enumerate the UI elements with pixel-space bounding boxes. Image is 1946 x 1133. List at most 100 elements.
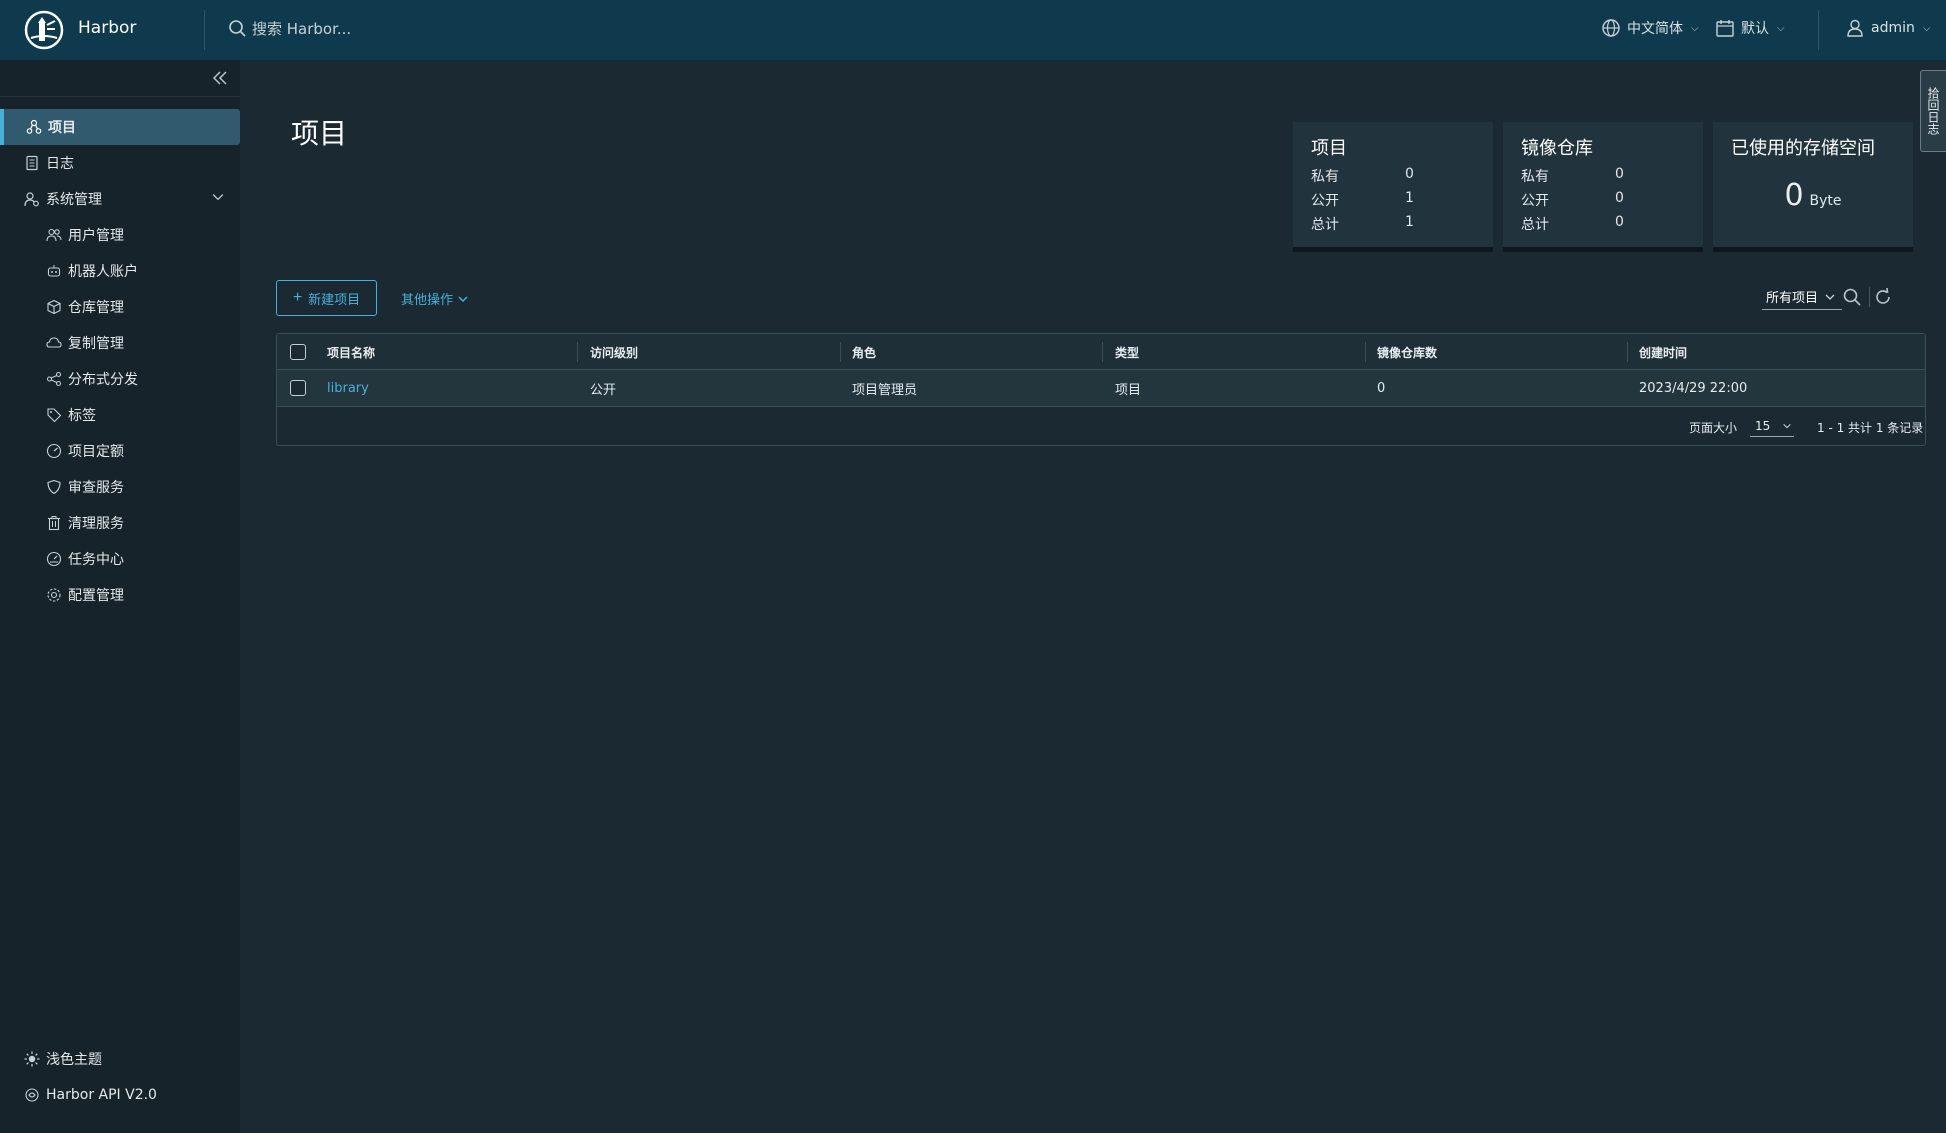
project-filter-select[interactable]: 所有项目 [1762, 284, 1842, 310]
header-divider [1818, 10, 1819, 50]
sidebar-divider [0, 96, 240, 97]
sidebar-item-clean-up[interactable]: 清理服务 [0, 505, 240, 541]
language-selector[interactable]: 中文简体 ⌵ [1601, 18, 1699, 38]
projects-icon [26, 119, 42, 134]
search-input[interactable]: 搜索 Harbor... [252, 18, 351, 39]
user-name: admin [1871, 20, 1915, 36]
cell-role: 项目管理员 [852, 382, 918, 398]
sidebar-item-replications[interactable]: 复制管理 [0, 325, 240, 361]
sidebar-item-registries[interactable]: 仓库管理 [0, 289, 240, 325]
sidebar-item-configuration[interactable]: 配置管理 [0, 577, 240, 613]
sidebar-item-label: 标签 [68, 408, 96, 424]
column-divider[interactable] [1365, 342, 1366, 362]
sidebar-item-label: 项目定额 [68, 444, 124, 460]
side-tab[interactable]: 拾回日志 [1920, 70, 1946, 152]
card-row-private: 私有 0 [1521, 166, 1624, 185]
sidebar-item-labels[interactable]: 标签 [0, 397, 240, 433]
sidebar-item-users[interactable]: 用户管理 [0, 217, 240, 253]
select-all-checkbox[interactable] [290, 344, 306, 360]
projects-summary-card: 项目 私有 0 公开 1 总计 1 [1293, 122, 1493, 250]
new-project-button[interactable]: + 新建项目 [276, 280, 377, 316]
distribution-icon [46, 371, 62, 387]
page-size-value: 15 [1755, 418, 1771, 433]
datetime-format-selector[interactable]: 默认 ⌵ [1715, 18, 1785, 38]
sidebar: 项目 日志 系统管理 用户管理 机器人账户 仓库管理 复制管理 分布式分发 标签… [0, 60, 240, 1133]
global-search[interactable]: 搜索 Harbor... [228, 18, 351, 39]
column-divider[interactable] [1102, 342, 1103, 362]
sidebar-item-label: 任务中心 [68, 552, 124, 568]
sidebar-item-label: 审查服务 [68, 480, 124, 496]
sidebar-item-label: 浅色主题 [46, 1052, 102, 1068]
chevron-down-icon [1783, 423, 1791, 428]
cell-repo-count: 0 [1377, 380, 1386, 396]
projects-table: 项目名称 访问级别 角色 类型 镜像仓库数 创建时间 library 公开 项目… [276, 333, 1926, 446]
theme-toggle[interactable]: 浅色主题 [0, 1041, 240, 1077]
column-header-name[interactable]: 项目名称 [327, 334, 375, 370]
registry-icon [47, 299, 61, 315]
chevron-down-icon [458, 295, 468, 302]
sidebar-item-project-quotas[interactable]: 项目定额 [0, 433, 240, 469]
sidebar-item-interrogation-services[interactable]: 审查服务 [0, 469, 240, 505]
column-header-type[interactable]: 类型 [1115, 334, 1139, 370]
column-divider[interactable] [577, 342, 578, 362]
column-divider[interactable] [840, 342, 841, 362]
sidebar-item-label: Harbor API V2.0 [46, 1087, 157, 1103]
column-divider[interactable] [1627, 342, 1628, 362]
sidebar-item-administration[interactable]: 系统管理 [0, 181, 240, 217]
table-row[interactable]: library 公开 项目管理员 项目 0 2023/4/29 22:00 [277, 370, 1925, 407]
column-header-access-level[interactable]: 访问级别 [590, 334, 638, 370]
storage-value: 0 Byte [1713, 178, 1913, 213]
calendar-icon [1716, 20, 1734, 37]
search-icon[interactable] [1842, 287, 1862, 307]
sidebar-item-label: 日志 [46, 156, 74, 172]
tag-icon [47, 408, 62, 423]
card-row-total: 总计 0 [1521, 214, 1624, 233]
sidebar-item-job-service[interactable]: 任务中心 [0, 541, 240, 577]
sun-icon [24, 1051, 40, 1067]
admin-icon [24, 192, 39, 207]
page-size-label: 页面大小 [1689, 421, 1738, 435]
row-checkbox[interactable] [290, 380, 306, 396]
replication-icon [46, 337, 62, 348]
column-header-creation-time[interactable]: 创建时间 [1639, 334, 1687, 370]
sidebar-item-label: 项目 [48, 120, 76, 136]
chevron-down-icon: ⌵ [1777, 22, 1785, 34]
sidebar-item-label: 复制管理 [68, 336, 124, 352]
storage-amount: 0 [1784, 178, 1804, 213]
header-divider [204, 10, 205, 50]
harbor-logo-icon[interactable] [24, 10, 64, 50]
column-header-repo-count[interactable]: 镜像仓库数 [1377, 334, 1437, 370]
user-menu[interactable]: admin ⌵ [1845, 18, 1930, 38]
user-icon [1847, 19, 1863, 37]
chevron-down-icon [1825, 294, 1835, 300]
api-icon [25, 1088, 39, 1102]
project-filter-value: 所有项目 [1766, 291, 1819, 306]
project-name-link[interactable]: library [327, 370, 369, 406]
top-header: Harbor 搜索 Harbor... 中文简体 ⌵ 默认 ⌵ admin ⌵ [0, 0, 1946, 60]
trash-icon [48, 516, 60, 531]
table-header: 项目名称 访问级别 角色 类型 镜像仓库数 创建时间 [277, 334, 1925, 370]
toolbar-divider [1869, 287, 1870, 307]
shield-icon [47, 479, 61, 495]
collapse-sidebar-icon[interactable] [210, 68, 230, 88]
sidebar-item-logs[interactable]: 日志 [0, 145, 240, 181]
sidebar-item-projects[interactable]: 项目 [0, 109, 240, 145]
language-label: 中文简体 [1627, 21, 1683, 37]
chevron-down-icon[interactable] [210, 189, 226, 205]
api-explorer-link[interactable]: Harbor API V2.0 [0, 1077, 240, 1113]
quota-icon [46, 443, 62, 459]
sidebar-item-distributions[interactable]: 分布式分发 [0, 361, 240, 397]
sidebar-item-robot-accounts[interactable]: 机器人账户 [0, 253, 240, 289]
pagination-info: 1 - 1 共计 1 条记录 [1817, 421, 1924, 435]
page-size-select[interactable]: 15 [1750, 415, 1794, 437]
storage-unit: Byte [1809, 193, 1842, 209]
search-icon [229, 19, 246, 37]
column-header-role[interactable]: 角色 [852, 334, 876, 370]
globe-icon [1602, 19, 1620, 37]
app-title[interactable]: Harbor [78, 18, 136, 38]
sidebar-item-label: 配置管理 [68, 588, 124, 604]
sidebar-item-label: 机器人账户 [68, 264, 138, 280]
refresh-icon[interactable] [1873, 287, 1893, 307]
other-actions-dropdown[interactable]: 其他操作 [401, 289, 469, 308]
card-row-total: 总计 1 [1311, 214, 1414, 233]
